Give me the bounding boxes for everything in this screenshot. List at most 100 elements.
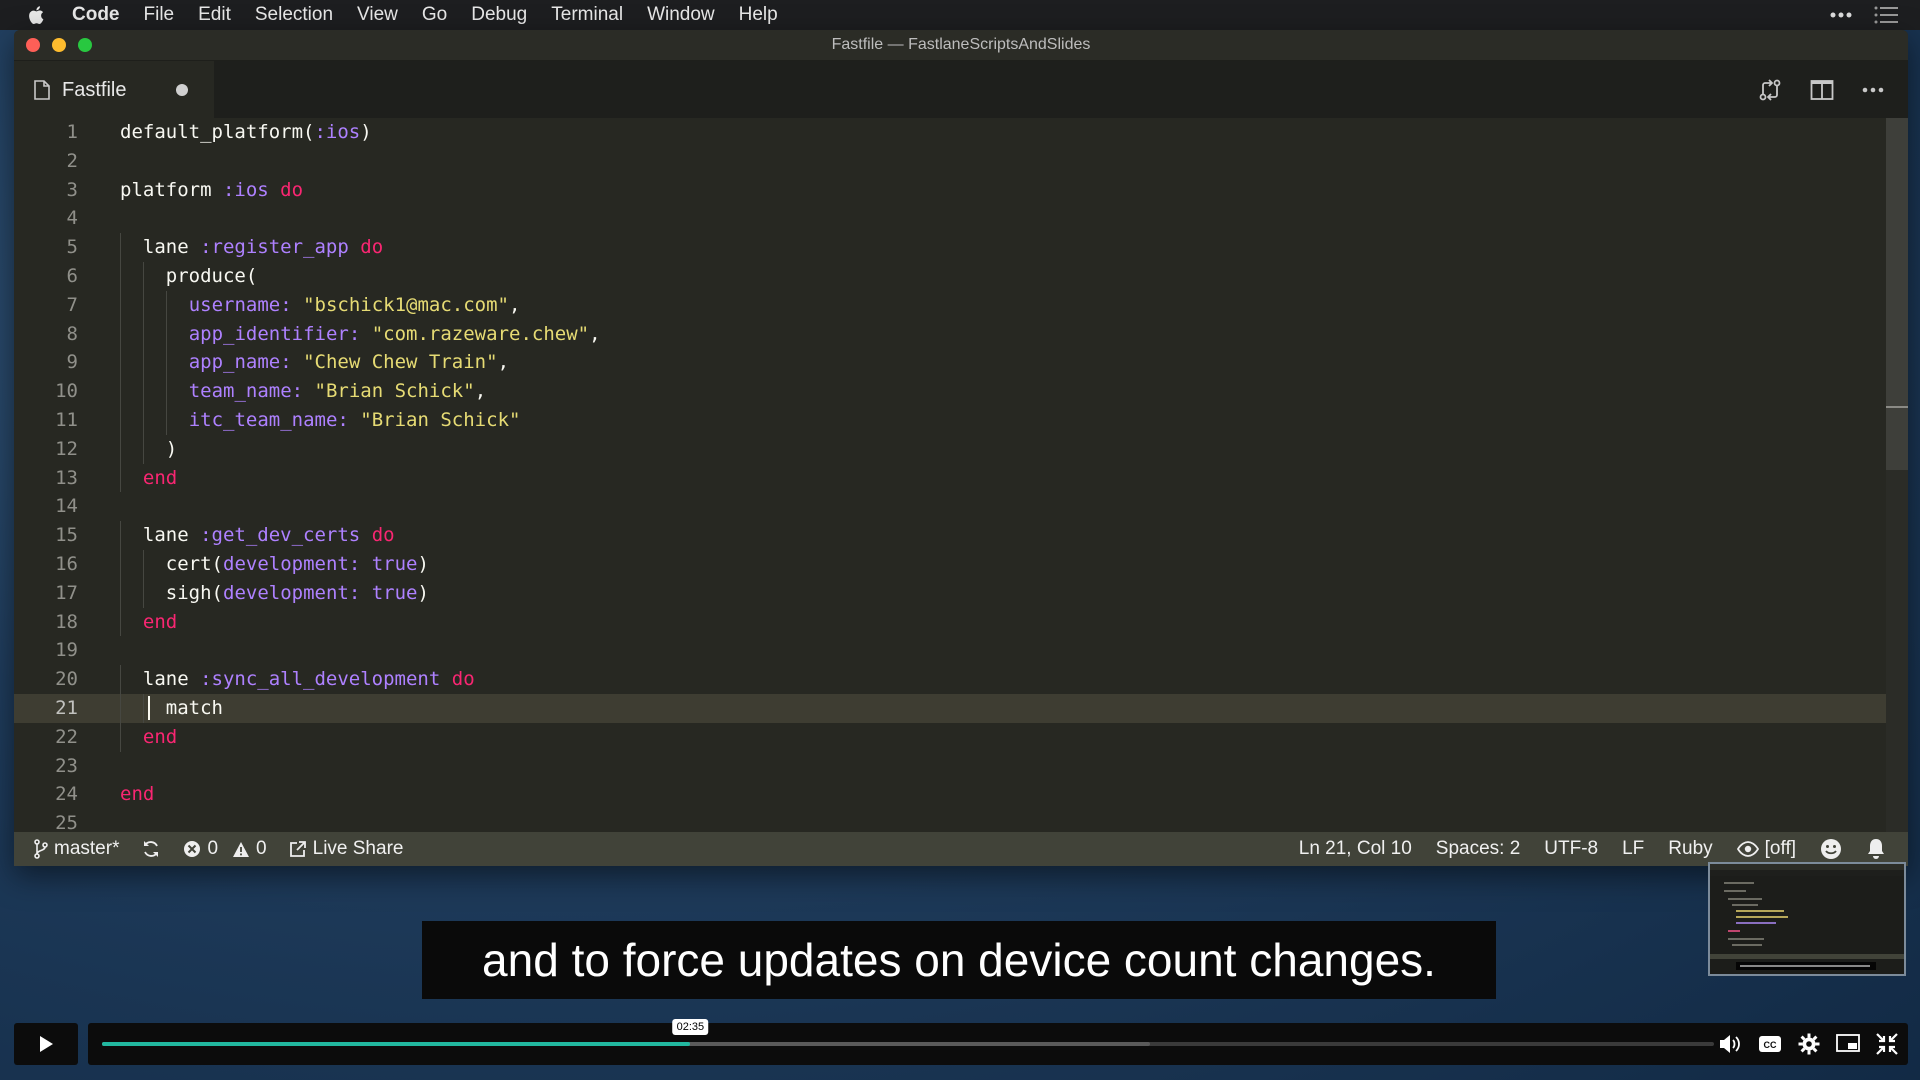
more-dots-icon[interactable]: [1830, 11, 1852, 19]
picture-in-picture-icon[interactable]: [1836, 1034, 1860, 1054]
code-line[interactable]: 5 lane :register_app do: [14, 233, 1908, 262]
code-line[interactable]: 21 match: [14, 693, 1908, 723]
menu-help[interactable]: Help: [739, 4, 778, 26]
code-line[interactable]: 14: [14, 492, 1908, 521]
code-token: true: [371, 552, 418, 575]
language-mode[interactable]: Ruby: [1668, 838, 1712, 860]
more-actions-icon[interactable]: [1862, 87, 1884, 93]
svg-text:CC: CC: [1764, 1040, 1777, 1050]
split-editor-icon[interactable]: [1810, 79, 1834, 101]
control-bar: 02:35 CC: [88, 1019, 1908, 1065]
menu-window[interactable]: Window: [647, 4, 715, 26]
line-number: 18: [55, 610, 78, 633]
seek-time-tooltip: 02:35: [672, 1019, 709, 1035]
menu-debug[interactable]: Debug: [471, 4, 527, 26]
tab-fastfile[interactable]: Fastfile: [14, 61, 214, 119]
code-text: sigh(development: true): [166, 579, 429, 608]
indent-guide: [120, 348, 121, 378]
code-line[interactable]: 25: [14, 809, 1908, 832]
code-line[interactable]: 1 default_platform(:ios): [14, 118, 1908, 147]
code-line[interactable]: 3 platform :ios do: [14, 176, 1908, 205]
git-branch-indicator[interactable]: master*: [34, 838, 119, 860]
code-line[interactable]: 20 lane :sync_all_development do: [14, 665, 1908, 694]
code-line[interactable]: 19: [14, 636, 1908, 665]
code-line[interactable]: 8 app_identifier: "com.razeware.chew",: [14, 319, 1908, 349]
video-preview-thumbnail[interactable]: [1708, 862, 1906, 976]
exit-fullscreen-icon[interactable]: [1876, 1033, 1898, 1055]
menu-terminal[interactable]: Terminal: [551, 4, 623, 26]
code-text: lane :sync_all_development do: [143, 665, 475, 694]
window-title: Fastfile — FastlaneScriptsAndSlides: [831, 36, 1091, 53]
code-line[interactable]: 6 produce(: [14, 261, 1908, 291]
code-line[interactable]: 9 app_name: "Chew Chew Train",: [14, 348, 1908, 378]
code-text: match: [166, 694, 223, 723]
indent-guide: [120, 463, 121, 493]
volume-icon[interactable]: [1718, 1033, 1742, 1055]
code-editor[interactable]: 1 default_platform(:ios) 2 3 platform :ios d…: [14, 118, 1908, 832]
code-token: ,: [497, 351, 510, 374]
branch-name: master*: [54, 838, 120, 859]
problems-indicator[interactable]: 0 0: [183, 838, 267, 860]
code-line[interactable]: 18 end: [14, 607, 1908, 637]
preview-toggle[interactable]: [off]: [1736, 838, 1796, 860]
unsaved-dot-icon[interactable]: [176, 84, 188, 96]
code-line[interactable]: 15 lane :get_dev_certs do: [14, 521, 1908, 550]
line-number: 4: [66, 207, 78, 230]
menu-selection[interactable]: Selection: [255, 4, 333, 26]
error-count: 0: [207, 838, 219, 859]
code-line[interactable]: 7 username: "bschick1@mac.com",: [14, 290, 1908, 320]
code-text: platform :ios do: [120, 176, 303, 205]
code-line[interactable]: 10 team_name: "Brian Schick",: [14, 377, 1908, 406]
apple-logo-icon[interactable]: [26, 4, 48, 26]
code-line[interactable]: 4: [14, 204, 1908, 233]
tab-label: Fastfile: [62, 78, 127, 101]
code-token: platform: [120, 178, 223, 201]
code-line[interactable]: 16 cert(development: true): [14, 549, 1908, 579]
menu-go[interactable]: Go: [422, 4, 447, 26]
sync-icon[interactable]: [141, 839, 161, 859]
code-text: end: [120, 780, 154, 809]
indent-guide: [120, 665, 121, 694]
seek-bar[interactable]: 02:35: [102, 1019, 1714, 1046]
code-line[interactable]: 22 end: [14, 722, 1908, 752]
text-cursor: [147, 695, 150, 720]
notification-list-icon[interactable]: [1874, 6, 1898, 24]
warning-count: 0: [256, 838, 267, 859]
line-number: 5: [66, 236, 78, 259]
line-ending-setting[interactable]: LF: [1622, 838, 1644, 860]
closed-captions-icon[interactable]: CC: [1758, 1035, 1782, 1053]
open-changes-icon[interactable]: [1758, 78, 1782, 102]
code-line[interactable]: 23: [14, 752, 1908, 781]
menu-file[interactable]: File: [144, 4, 175, 26]
feedback-smiley-icon[interactable]: [1820, 838, 1842, 860]
code-line[interactable]: 24 end: [14, 780, 1908, 809]
code-line[interactable]: 2: [14, 147, 1908, 176]
code-token: default_platform(: [120, 121, 315, 143]
indent-guide: [142, 348, 144, 378]
line-number: 13: [55, 466, 78, 489]
code-line[interactable]: 17 sigh(development: true): [14, 578, 1908, 608]
indentation-setting[interactable]: Spaces: 2: [1436, 838, 1521, 860]
encoding-setting[interactable]: UTF-8: [1544, 838, 1598, 860]
scrollbar-thumb[interactable]: [1886, 118, 1908, 470]
vertical-scrollbar[interactable]: [1886, 118, 1908, 832]
menu-app-name[interactable]: Code: [72, 4, 120, 26]
live-share-button[interactable]: Live Share: [289, 838, 403, 860]
code-line[interactable]: 12): [14, 434, 1908, 464]
notifications-bell-icon[interactable]: [1866, 838, 1886, 860]
menu-edit[interactable]: Edit: [198, 4, 231, 26]
code-line[interactable]: 11 itc_team_name: "Brian Schick": [14, 405, 1908, 435]
cursor-position[interactable]: Ln 21, Col 10: [1299, 838, 1412, 860]
code-line[interactable]: 13 end: [14, 463, 1908, 493]
git-branch-icon: [34, 839, 48, 859]
code-token: end: [142, 610, 178, 633]
menu-view[interactable]: View: [357, 4, 398, 26]
settings-gear-icon[interactable]: [1798, 1033, 1820, 1055]
code-token: do: [280, 178, 304, 201]
play-button[interactable]: [14, 1023, 78, 1065]
